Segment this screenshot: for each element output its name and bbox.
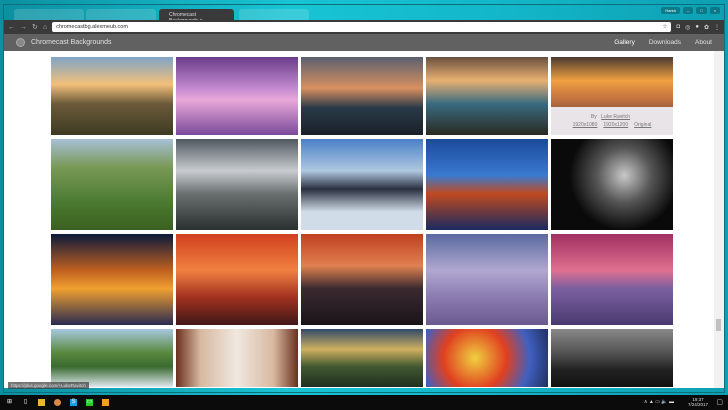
gallery-image[interactable] — [176, 329, 298, 387]
menu-icon[interactable]: ⋮ — [714, 24, 720, 31]
gallery-image[interactable] — [51, 57, 173, 135]
maximize-button[interactable]: □ — [696, 7, 707, 14]
nav-about[interactable]: About — [695, 39, 712, 46]
gallery-image[interactable] — [551, 139, 673, 230]
browser-window: Chromecast Backgrounds × Harsh–□× ← → ↻ ⌂ c… — [3, 4, 725, 393]
gallery-image[interactable] — [551, 329, 673, 387]
home-icon[interactable]: ⌂ — [43, 24, 47, 31]
gallery-image[interactable]: By Luke Ravitch 1920x1080 1920x1200 Origina… — [551, 57, 673, 135]
tab-active[interactable]: Chromecast Backgrounds × — [159, 9, 234, 24]
gallery-image[interactable] — [301, 57, 423, 135]
gallery-image[interactable] — [176, 234, 298, 325]
app-title[interactable]: Chromecast Backgrounds — [31, 39, 112, 46]
task-view-icon[interactable]: ▯ — [22, 399, 29, 406]
close-window-button[interactable]: × — [709, 7, 720, 14]
gallery-image[interactable] — [176, 139, 298, 230]
gallery-image[interactable] — [51, 234, 173, 325]
gallery-image[interactable] — [51, 139, 173, 230]
download-original-link[interactable]: Original — [634, 122, 651, 128]
user-button[interactable]: Harsh — [661, 7, 680, 14]
system-tray[interactable]: ∧ ▲ ▭ 🔈 ▬ — [644, 399, 674, 405]
extension-icon[interactable]: ✿ — [704, 24, 709, 31]
app-icon[interactable] — [102, 399, 109, 406]
chromecast-logo-icon — [16, 38, 25, 47]
gallery-image[interactable] — [426, 329, 548, 387]
tab[interactable] — [239, 9, 309, 20]
gallery-image[interactable] — [301, 234, 423, 325]
credit-by: By — [590, 114, 597, 120]
gallery-image[interactable] — [426, 57, 548, 135]
clock[interactable]: 19:37 7/24/2017 — [688, 397, 708, 407]
scrollbar-thumb[interactable] — [716, 319, 721, 331]
gallery-image[interactable] — [426, 234, 548, 325]
scrollbar[interactable] — [714, 51, 724, 388]
skype-icon[interactable]: S — [70, 399, 77, 406]
tab-strip: Chromecast Backgrounds × Harsh–□× — [4, 5, 724, 24]
extension-icon[interactable]: ◎ — [685, 24, 690, 31]
extension-icon[interactable]: ◘ — [676, 24, 680, 31]
url-text: chromecastbg.alexmeub.com — [56, 24, 128, 30]
app-header: Chromecast Backgrounds Gallery Downloads A… — [4, 34, 724, 51]
gallery-image[interactable] — [51, 329, 173, 387]
extension-icon[interactable]: ● — [695, 24, 699, 31]
file-explorer-icon[interactable] — [38, 399, 45, 406]
reload-icon[interactable]: ↻ — [32, 23, 38, 31]
gallery-image[interactable] — [301, 329, 423, 387]
address-bar[interactable]: chromecastbg.alexmeub.com ☆ — [52, 22, 672, 32]
status-bar-url: https://plus.google.com/+LukeRavitch — [8, 382, 89, 389]
image-credit: By Luke Ravitch 1920x1080 1920x1200 Origina… — [551, 107, 673, 135]
line-icon[interactable]: ▭ — [86, 399, 93, 406]
tab[interactable] — [86, 9, 156, 20]
download-1920x1200-link[interactable]: 1920x1200 — [603, 122, 628, 128]
nav-downloads[interactable]: Downloads — [649, 39, 681, 46]
browser-toolbar: ← → ↻ ⌂ chromecastbg.alexmeub.com ☆ ◘ ◎ ● ✿ ⋮ — [4, 20, 724, 34]
chrome-icon[interactable] — [54, 399, 61, 406]
gallery-image[interactable] — [551, 234, 673, 325]
nav-gallery[interactable]: Gallery — [614, 39, 635, 46]
date: 7/24/2017 — [687, 402, 708, 407]
author-link[interactable]: Luke Ravitch — [601, 114, 630, 120]
taskbar: ⊞ ▯ S ▭ — [0, 395, 728, 410]
back-icon[interactable]: ← — [8, 24, 15, 31]
star-icon[interactable]: ☆ — [663, 24, 668, 30]
tab[interactable] — [14, 9, 84, 20]
forward-icon[interactable]: → — [20, 24, 27, 31]
gallery-image[interactable] — [426, 139, 548, 230]
gallery-image[interactable] — [301, 139, 423, 230]
gallery-image[interactable] — [176, 57, 298, 135]
notifications-icon[interactable]: ▢ — [716, 398, 723, 406]
start-icon[interactable]: ⊞ — [6, 399, 13, 406]
gallery: By Luke Ravitch 1920x1080 1920x1200 Origina… — [4, 51, 716, 388]
download-1920x1080-link[interactable]: 1920x1080 — [573, 122, 598, 128]
minimize-button[interactable]: – — [683, 7, 694, 14]
